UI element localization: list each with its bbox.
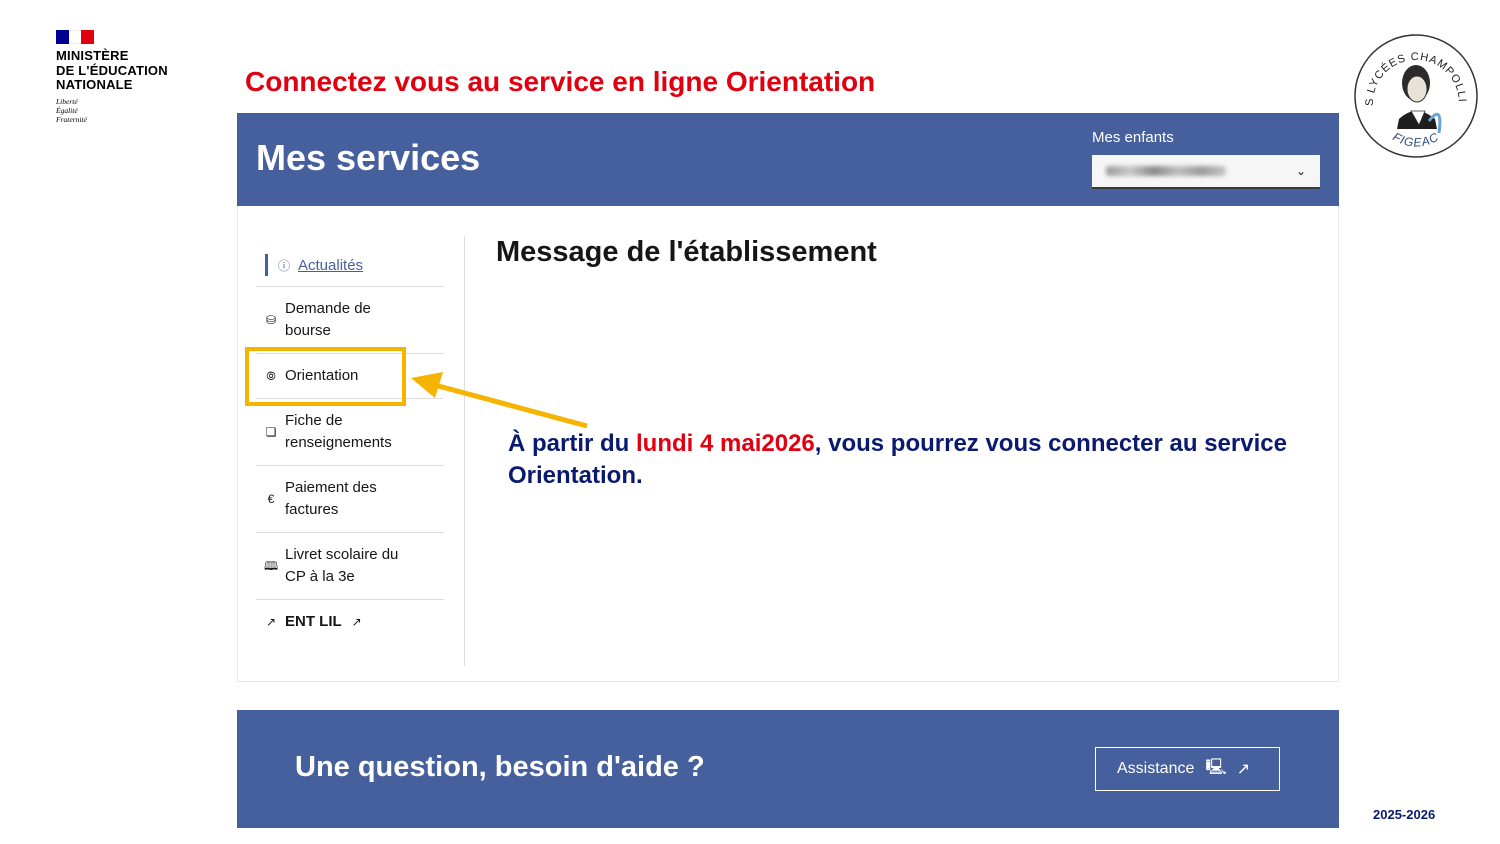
help-text: Une question, besoin d'aide ? <box>295 751 705 783</box>
slide-title: Connectez vous au service en ligne Orien… <box>245 66 876 97</box>
children-label: Mes enfants <box>1092 129 1174 146</box>
sidebar-item-ent-lil[interactable]: ↗ ENT LIL ↗ <box>256 600 444 644</box>
edit-icon: ❏ <box>265 425 277 439</box>
euro-icon: € <box>267 492 275 506</box>
sidebar-item-paiement[interactable]: € Paiement des factures <box>256 466 444 533</box>
sidebar-nav: ⓘ Actualités ⛁ Demande de bourse ⦾ Orien… <box>256 246 444 644</box>
ministry-logo: MINISTÈRE DE L'ÉDUCATION NATIONALE Liber… <box>56 30 186 124</box>
sidebar-item-label: Fiche de renseignements <box>285 412 392 451</box>
services-header: Mes services Mes enfants ⌄ <box>237 113 1339 206</box>
sidebar-item-livret[interactable]: 🕮 Livret scolaire du CP à la 3e <box>256 533 444 600</box>
sidebar-divider <box>464 236 465 666</box>
page-title: Mes services <box>256 137 481 178</box>
ministry-motto: Liberté Égalité Fraternité <box>56 96 87 124</box>
orientation-highlight-box <box>245 347 406 406</box>
sidebar-item-bourse[interactable]: ⛁ Demande de bourse <box>256 287 444 354</box>
sidebar-item-actualites[interactable]: ⓘ Actualités <box>256 246 444 287</box>
assistance-button[interactable]: Assistance 🖳 ↗ <box>1095 747 1280 791</box>
sidebar-item-label: Actualités <box>298 257 364 274</box>
message-title: Message de l'établissement <box>496 236 877 268</box>
chevron-down-icon: ⌄ <box>1295 164 1306 178</box>
sidebar-item-label: Paiement des factures <box>285 479 377 518</box>
external-link-icon: ↗ <box>351 615 362 629</box>
info-icon: ⓘ <box>277 259 290 273</box>
french-flag-icon <box>56 30 95 44</box>
hand-coins-icon: ⛁ <box>265 313 277 327</box>
notice-date: lundi 4 mai2026 <box>636 430 815 457</box>
help-footer: Une question, besoin d'aide ? Assistance… <box>237 710 1339 828</box>
school-year: 2025-2026 <box>1373 807 1436 822</box>
orientation-notice: À partir du lundi 4 mai2026, vous pourre… <box>508 430 1287 489</box>
assistance-label: Assistance <box>1117 760 1195 777</box>
lycee-champollion-seal: LES LYCÉES CHAMPOLLION FIGEAC <box>1353 33 1478 158</box>
sidebar-item-label: Livret scolaire du CP à la 3e <box>285 546 399 585</box>
book-icon: 🕮 <box>264 559 279 573</box>
external-link-icon: ↗ <box>265 615 277 629</box>
sidebar-item-label: ENT LIL <box>285 613 342 630</box>
external-link-icon: ↗ <box>1236 761 1251 778</box>
child-select[interactable]: ⌄ <box>1092 155 1320 189</box>
sidebar-item-label: Demande de bourse <box>285 300 371 339</box>
child-name-blurred <box>1106 166 1226 176</box>
ministry-name: MINISTÈRE DE L'ÉDUCATION NATIONALE <box>56 48 168 92</box>
devices-icon: 🖳 <box>1205 758 1227 776</box>
